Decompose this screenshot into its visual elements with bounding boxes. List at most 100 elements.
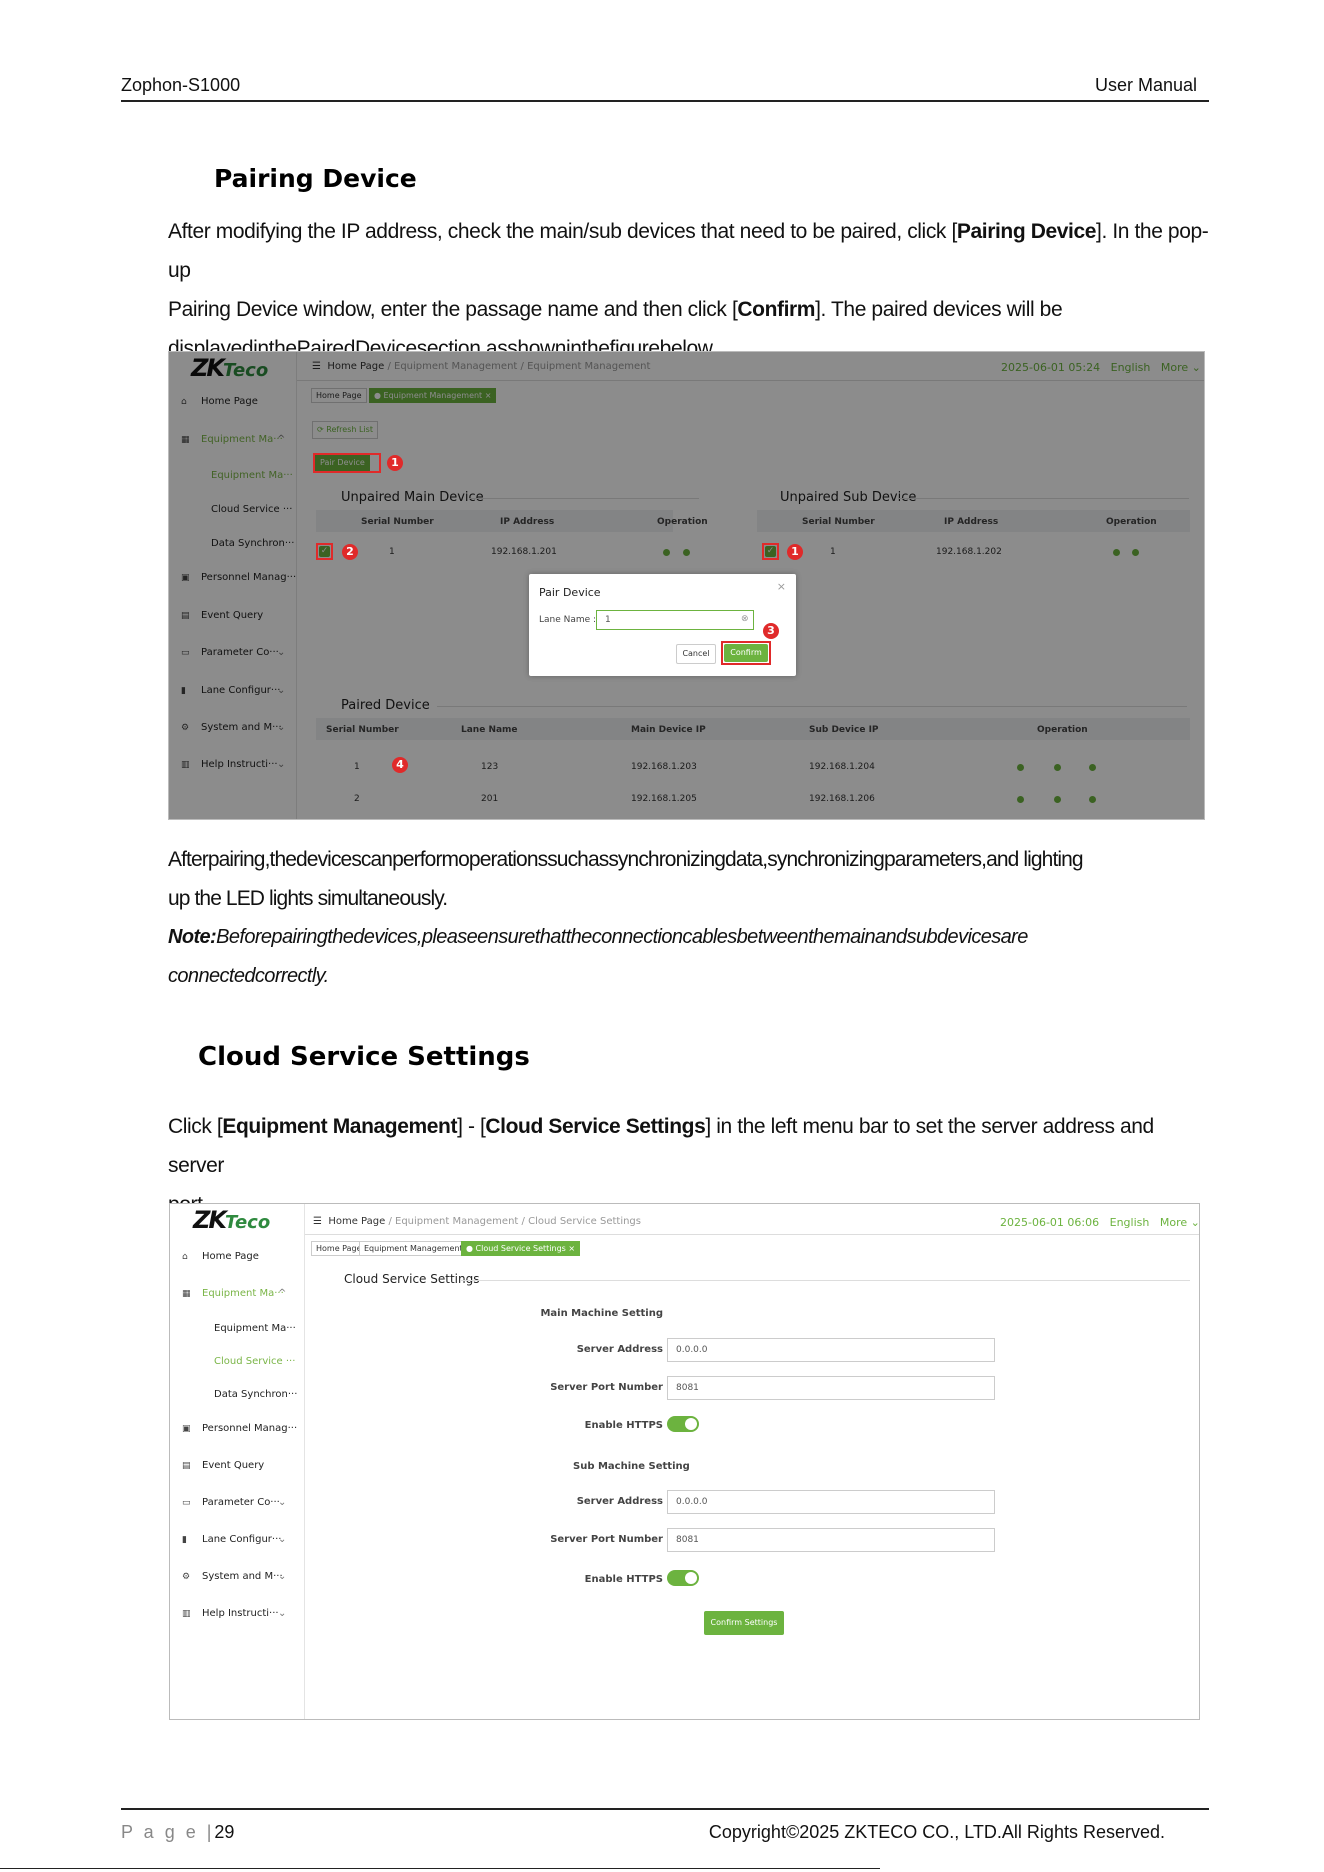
main-setting-label: Main Machine Setting: [540, 1308, 663, 1319]
cloud-title: Cloud Service Settings: [344, 1272, 480, 1286]
chevron-down-icon: ⌄: [278, 1497, 287, 1508]
highlight-box: [316, 543, 333, 560]
crumb-home[interactable]: Home Page: [328, 1216, 385, 1227]
menu-cloud-service[interactable]: Cloud Service ···: [214, 1356, 295, 1367]
step-badge: 2: [342, 544, 358, 560]
tab-cloud[interactable]: ● Cloud Service Settings ×: [461, 1241, 581, 1256]
note: Note:Beforepairingthedevices,pleaseensur…: [168, 918, 1212, 996]
after-line-1: Afterpairing,thedevicescanperformoperati…: [168, 848, 1084, 871]
chevron-down-icon: ⌄: [278, 1534, 287, 1545]
menu-label: Personnel Manag···: [202, 1423, 298, 1434]
highlight-box: [313, 453, 381, 473]
breadcrumb: ☰ Home Page / Equipment Management / Clo…: [313, 1216, 641, 1227]
logo-teco: Teco: [225, 1212, 271, 1233]
menu-label: Event Query: [202, 1460, 265, 1471]
sub-https-label: Enable HTTPS: [584, 1574, 663, 1585]
sub-https-toggle[interactable]: [667, 1570, 699, 1586]
sub-server-port-label: Server Port Number: [550, 1534, 663, 1545]
bold-em: Equipment Management: [222, 1115, 458, 1138]
step-badge: 3: [763, 623, 779, 639]
lane-name-input[interactable]: 1: [596, 610, 754, 630]
doc-type: User Manual: [1094, 75, 1197, 95]
step-badge: 1: [387, 455, 403, 471]
divider: [460, 1280, 1190, 1281]
copyright: Copyright©2025 ZKTECO CO., LTD.All Right…: [708, 1822, 1165, 1842]
sub-server-address-input[interactable]: 0.0.0.0: [667, 1490, 995, 1514]
grid-icon: ▦: [182, 1289, 191, 1299]
lane-label: Lane Name :: [539, 615, 597, 625]
language-select[interactable]: English: [1110, 1216, 1150, 1229]
more-menu[interactable]: More ⌄: [1160, 1216, 1199, 1229]
dialog-title: Pair Device: [539, 586, 601, 599]
help-icon: ▥: [182, 1609, 191, 1619]
bottom-rule: [0, 1868, 880, 1869]
menu-label: Equipment Ma···: [202, 1288, 284, 1299]
main-server-port-label: Server Port Number: [550, 1382, 663, 1393]
zkteco-logo: ZKTeco: [193, 1206, 270, 1234]
highlight-box: [721, 641, 771, 665]
menu-system[interactable]: ⚙ System and M··· ⌄: [182, 1571, 287, 1582]
section-title-cloud: Cloud Service Settings: [198, 1042, 530, 1072]
logo-zk: ZK: [193, 1206, 227, 1234]
sub-server-port-input[interactable]: 8081: [667, 1528, 995, 1552]
menu-toggle-icon[interactable]: ☰: [313, 1216, 322, 1227]
pairing-screenshot: ZKTeco ⌂ Home Page ▦ Equipment Ma··· ^ Equi…: [168, 351, 1205, 820]
cloud-line-1: Click [Equipment Management] - [Cloud Se…: [168, 1107, 1212, 1185]
text: After modifying the IP address, check th…: [168, 220, 957, 243]
main-server-address-input[interactable]: 0.0.0.0: [667, 1338, 995, 1362]
menu-event[interactable]: ▤ Event Query: [182, 1460, 264, 1471]
bold-pairing-device: Pairing Device: [956, 220, 1097, 243]
main-server-address-label: Server Address: [576, 1344, 663, 1355]
gear-icon: ⚙: [182, 1572, 191, 1582]
menu-label: Home Page: [202, 1251, 259, 1262]
menu-equipment[interactable]: ▦ Equipment Ma··· ^: [182, 1288, 287, 1299]
main-server-port-input[interactable]: 8081: [667, 1376, 995, 1400]
text: Pairing Device window, enter the passage…: [168, 298, 738, 321]
text: ]. The paired devices will be: [815, 298, 1063, 321]
after-line-2: up the LED lights simultaneously.: [168, 887, 448, 910]
pairing-paragraph: After modifying the IP address, check th…: [168, 212, 1212, 368]
lane-icon: ▮: [182, 1535, 187, 1545]
chevron-down-icon: ⌄: [278, 1571, 287, 1582]
clear-icon[interactable]: ⊗: [741, 614, 749, 624]
main-https-toggle[interactable]: [667, 1416, 699, 1432]
close-icon[interactable]: ×: [777, 580, 786, 593]
menu-equipment-sub[interactable]: Equipment Ma···: [214, 1323, 296, 1334]
cloud-settings-screenshot: ZKTeco ⌂ Home Page ▦ Equipment Ma··· ^ Equi…: [169, 1203, 1200, 1720]
menu-personnel[interactable]: ▣ Personnel Manag···: [182, 1423, 297, 1434]
crumb-em[interactable]: Equipment Management: [395, 1216, 518, 1227]
chevron-up-icon: ^: [278, 1288, 287, 1299]
step-badge: 4: [392, 757, 408, 773]
menu-data-sync[interactable]: Data Synchron···: [214, 1389, 297, 1400]
note-line-2: connectedcorrectly.: [168, 965, 329, 987]
menu-parameter[interactable]: ▭ Parameter Co··· ⌄: [182, 1497, 286, 1508]
menu-lane[interactable]: ▮ Lane Configur··· ⌄: [182, 1534, 286, 1545]
page-num: 29: [214, 1822, 235, 1842]
product-name: Zophon-S1000: [121, 75, 241, 95]
page-label: P a g e |: [121, 1822, 215, 1842]
crumb-cloud: Cloud Service Settings: [528, 1216, 641, 1227]
menu-help[interactable]: ▥ Help Instructi··· ⌄: [182, 1608, 286, 1619]
pair-device-dialog: Pair Device × Lane Name : 1 ⊗ Cancel Con…: [529, 574, 796, 676]
datetime: 2025-06-01 06:06: [1000, 1216, 1100, 1229]
page-header: Zophon-S1000 User Manual: [121, 75, 1209, 102]
top-right: 2025-06-01 06:06 English More ⌄: [1000, 1216, 1199, 1229]
page-number: P a g e |29: [121, 1822, 234, 1843]
tab-equipment[interactable]: Equipment Management ×: [359, 1241, 477, 1256]
cancel-button[interactable]: Cancel: [676, 644, 716, 664]
after-paragraph: Afterpairing,thedevicescanperformoperati…: [168, 840, 1212, 918]
highlight-box: [762, 543, 779, 560]
section-title-pairing: Pairing Device: [214, 164, 417, 193]
pairing-line-2: Pairing Device window, enter the passage…: [168, 290, 1212, 329]
bold-confirm: Confirm: [737, 298, 816, 321]
sub-server-address-label: Server Address: [576, 1496, 663, 1507]
text: Beforepairingthedevices,pleaseensurethat…: [216, 926, 1028, 948]
menu-home[interactable]: ⌂ Home Page: [182, 1251, 259, 1262]
text: ] - [: [457, 1115, 486, 1138]
monitor-icon: ▭: [182, 1498, 191, 1508]
menu-label: System and M···: [202, 1571, 283, 1582]
confirm-settings-button[interactable]: Confirm Settings: [704, 1611, 784, 1635]
crumb-sep: /: [388, 1216, 392, 1227]
person-icon: ▣: [182, 1424, 191, 1434]
step-badge: 1: [787, 544, 803, 560]
